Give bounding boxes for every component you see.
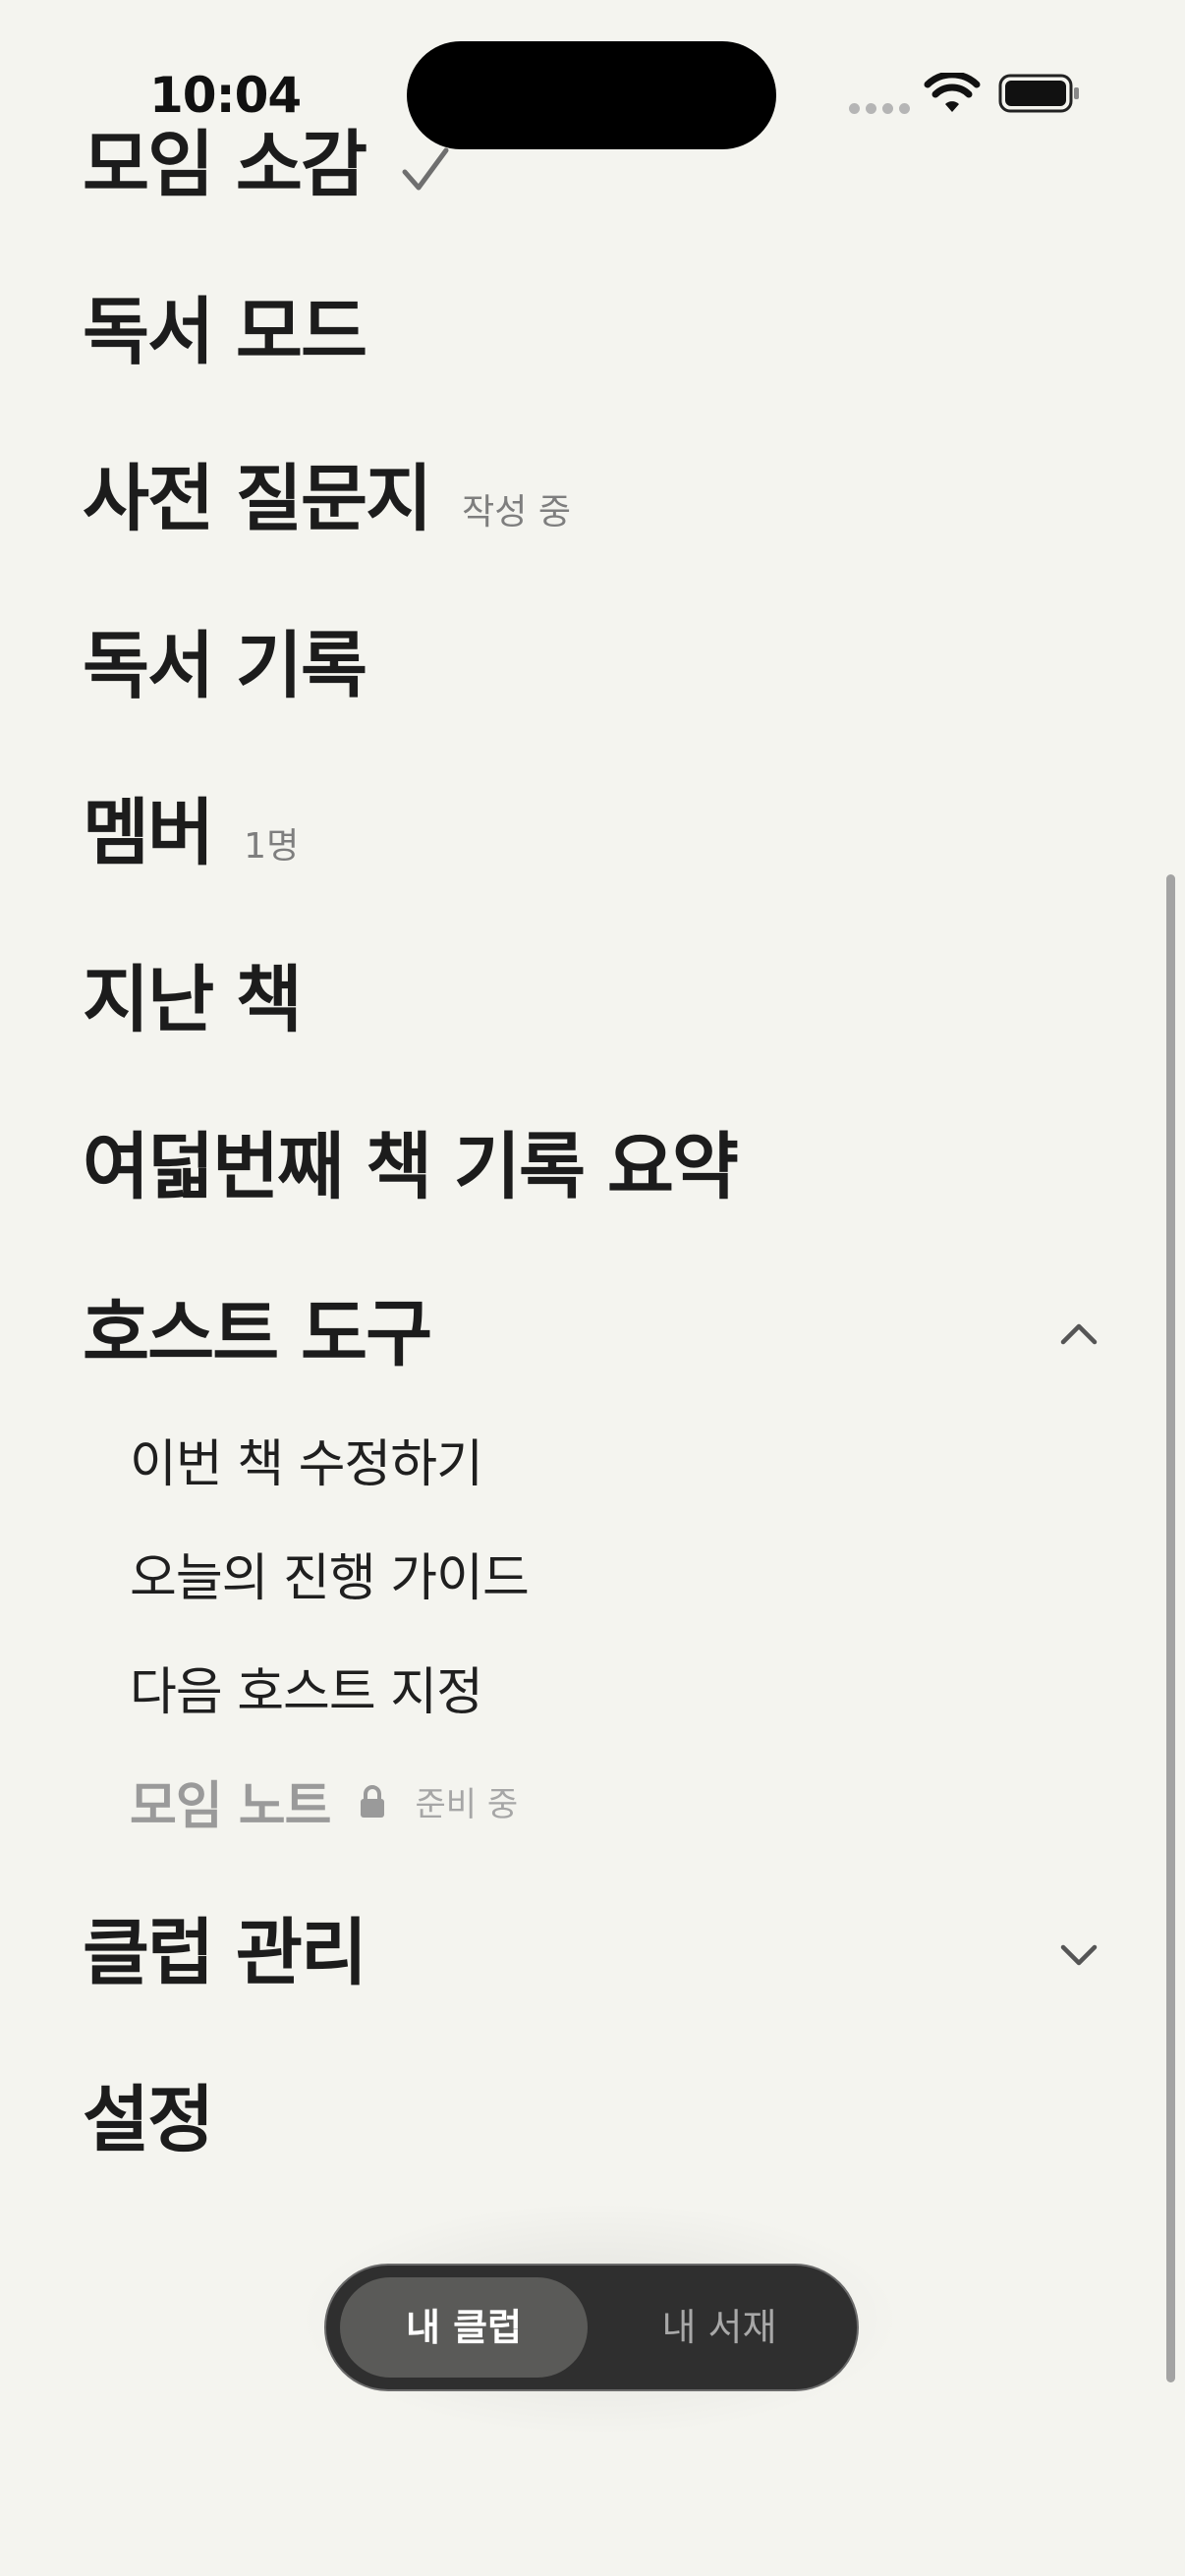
menu-item-pre-questions[interactable]: 사전 질문지 작성 중	[83, 440, 571, 545]
submenu-item-label: 모임 노트	[130, 1777, 331, 1836]
menu-item-host-tools[interactable]: 호스트 도구	[83, 1275, 432, 1380]
chevron-down-icon[interactable]	[1057, 1933, 1100, 1977]
menu-item-reading-mode[interactable]: 독서 모드	[83, 273, 367, 378]
status-note: 작성 중	[462, 492, 571, 532]
scrollbar[interactable]	[1166, 874, 1175, 2382]
menu-item-label: 독서 기록	[83, 624, 367, 708]
menu-item-label: 사전 질문지	[83, 457, 432, 541]
menu-item-settings[interactable]: 설정	[83, 2061, 214, 2166]
menu-item-club-management[interactable]: 클럽 관리	[83, 1894, 367, 1999]
menu-item-reading-log[interactable]: 독서 기록	[83, 607, 367, 712]
menu-item-label: 여덟번째 책 기록 요약	[83, 1125, 739, 1209]
submenu-item-next-host[interactable]: 다음 호스트 지정	[130, 1651, 483, 1724]
status-time: 10:04	[149, 67, 302, 124]
menu-item-label: 클럽 관리	[83, 1911, 367, 1995]
lock-icon	[361, 1784, 385, 1818]
menu-item-label: 지난 책	[83, 958, 303, 1042]
menu-item-label: 호스트 도구	[83, 1292, 432, 1376]
submenu-item-edit-book[interactable]: 이번 책 수정하기	[130, 1423, 483, 1496]
battery-icon	[998, 74, 1079, 113]
tab-my-library[interactable]: 내 서재	[592, 2266, 847, 2389]
dynamic-island	[407, 41, 776, 149]
tab-my-club[interactable]: 내 클럽	[340, 2266, 588, 2389]
menu-item-members[interactable]: 멤버 1명	[83, 774, 299, 879]
submenu-item-label: 이번 책 수정하기	[130, 1435, 483, 1494]
submenu-item-label: 오늘의 진행 가이드	[130, 1549, 530, 1608]
submenu-item-meeting-notes: 모임 노트 준비 중	[130, 1764, 518, 1838]
menu-item-past-books[interactable]: 지난 책	[83, 941, 303, 1046]
member-count: 1명	[244, 826, 300, 867]
bottom-tab-bar: 내 클럽 내 서재	[324, 2264, 859, 2391]
menu-item-book-summary[interactable]: 여덟번째 책 기록 요약	[83, 1108, 739, 1213]
submenu-item-progress-guide[interactable]: 오늘의 진행 가이드	[130, 1537, 530, 1610]
check-icon	[402, 147, 449, 190]
chevron-up-icon[interactable]	[1057, 1313, 1100, 1356]
cellular-signal-icon	[849, 103, 910, 114]
submenu-item-label: 다음 호스트 지정	[130, 1663, 483, 1722]
menu-item-label: 독서 모드	[83, 290, 367, 374]
menu-item-label: 멤버	[83, 791, 214, 875]
wifi-icon	[924, 73, 981, 112]
menu-item-label: 설정	[83, 2078, 214, 2162]
status-note: 준비 중	[415, 1785, 519, 1824]
